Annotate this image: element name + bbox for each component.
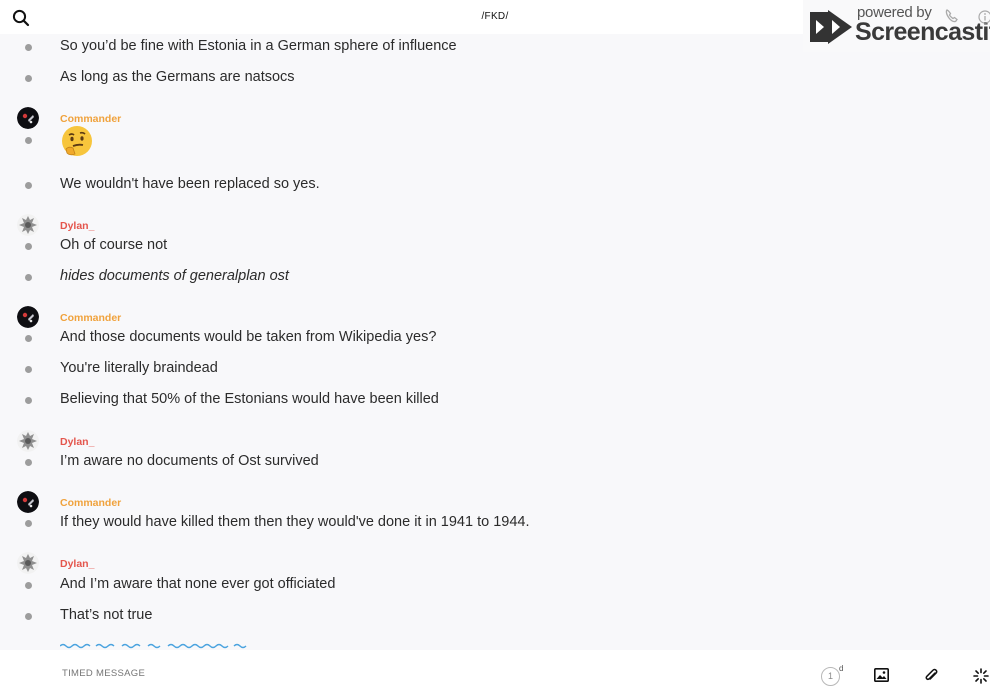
message-bullet	[25, 613, 32, 620]
screencastify-logo-icon	[810, 10, 852, 44]
avatar-dylan-image	[17, 214, 39, 236]
message-bullet	[25, 582, 32, 589]
message-bullet	[25, 182, 32, 189]
avatar-dylan-image	[17, 430, 39, 452]
message-text: Oh of course not	[60, 237, 168, 253]
timer-button[interactable]: 1 d	[821, 664, 847, 688]
message-bullet	[25, 459, 32, 466]
author-name[interactable]: Commander	[60, 497, 121, 509]
avatar-dylan[interactable]	[17, 430, 39, 452]
avatar-dylan[interactable]	[17, 214, 39, 236]
avatar-commander[interactable]	[17, 107, 39, 129]
author-name[interactable]: Dylan_	[60, 220, 94, 232]
message-bullet	[25, 274, 32, 281]
message-text: Believing that 50% of the Estonians woul…	[60, 391, 439, 407]
message-bullet	[25, 397, 32, 404]
author-name[interactable]: Commander	[60, 312, 121, 324]
message-bullet	[25, 520, 32, 527]
effects-button[interactable]	[973, 668, 989, 689]
info-icon[interactable]	[978, 10, 990, 24]
avatar-dylan-image	[17, 552, 39, 574]
watermark-brand: Screencastify	[855, 18, 990, 46]
thinking-face-emoji	[62, 126, 92, 156]
message-bullet	[25, 335, 32, 342]
message-bullet	[25, 75, 32, 82]
message-bullet	[25, 366, 32, 373]
message-text: And those documents would be taken from …	[60, 329, 437, 345]
timer-unit: d	[839, 664, 844, 673]
screencastify-watermark: powered by Screencastify	[803, 0, 990, 52]
author-name[interactable]: Dylan_	[60, 436, 94, 448]
message-text: I’m aware no documents of Ost survived	[60, 453, 319, 469]
message-text: If they would have killed them then they…	[60, 514, 530, 530]
message-bullet	[25, 243, 32, 250]
message-text: As long as the Germans are natsocs	[60, 69, 295, 85]
avatar-commander-image	[17, 491, 39, 513]
message-text: So you’d be fine with Estonia in a Germa…	[60, 38, 457, 54]
message-bullet	[25, 137, 32, 144]
message-text: You're literally braindead	[60, 360, 218, 376]
composer-bar: 1 d	[0, 650, 990, 700]
image-upload-button[interactable]	[874, 668, 889, 687]
message-text: We wouldn't have been replaced so yes.	[60, 176, 320, 192]
avatar-commander-image	[17, 107, 39, 129]
typing-indicator	[60, 643, 247, 649]
attachment-button[interactable]	[924, 667, 938, 688]
message-bullet	[25, 44, 32, 51]
sparkle-icon	[973, 668, 989, 684]
message-text: And I’m aware that none ever got officia…	[60, 576, 336, 592]
avatar-dylan[interactable]	[17, 552, 39, 574]
avatar-commander[interactable]	[17, 491, 39, 513]
message-text: That’s not true	[60, 607, 153, 623]
avatar-commander-image	[17, 306, 39, 328]
author-name[interactable]: Dylan_	[60, 558, 94, 570]
author-name[interactable]: Commander	[60, 113, 121, 125]
phone-icon[interactable]	[944, 8, 960, 24]
image-icon	[874, 668, 889, 682]
paperclip-icon	[925, 668, 938, 681]
message-text: hides documents of generalplan ost	[60, 268, 289, 284]
timed-message-input[interactable]	[62, 668, 462, 679]
avatar-commander[interactable]	[17, 306, 39, 328]
message-feed[interactable]: So you’d be fine with Estonia in a Germa…	[0, 34, 990, 650]
timer-value: 1	[821, 667, 840, 686]
